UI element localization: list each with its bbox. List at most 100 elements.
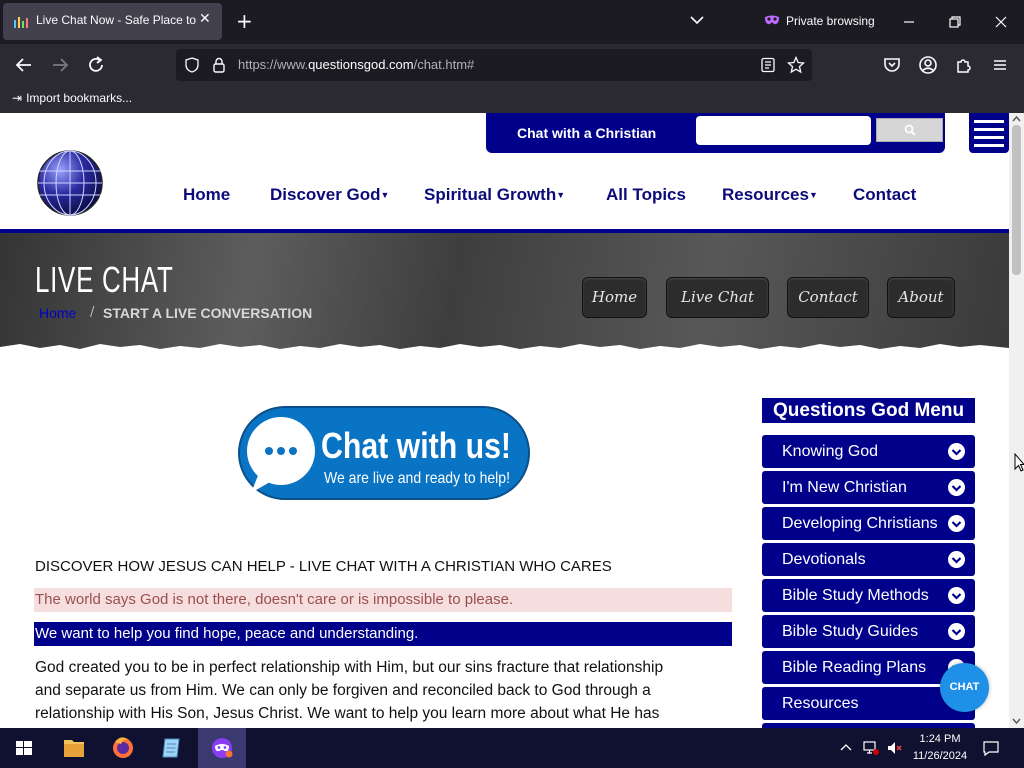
reload-icon[interactable] xyxy=(84,53,108,77)
url-bar[interactable]: https://www.questionsgod.com/chat.htm# xyxy=(176,49,812,81)
chat-image-subtitle: We are live and ready to help! xyxy=(324,470,510,487)
site-search-input[interactable] xyxy=(696,116,871,145)
notifications-icon[interactable] xyxy=(982,739,1000,757)
banner-button-live-chat[interactable]: Live Chat xyxy=(666,277,769,318)
lock-icon[interactable] xyxy=(212,57,226,73)
nav-contact[interactable]: Contact xyxy=(853,185,916,205)
search-icon xyxy=(904,124,916,136)
show-hidden-icons-icon[interactable] xyxy=(838,740,854,756)
menu-item-bible-study-methods[interactable]: Bible Study Methods xyxy=(762,579,975,612)
menu-item-developing-christians[interactable]: Developing Christians xyxy=(762,507,975,540)
import-icon: ⇥ xyxy=(12,91,23,105)
chat-with-us-banner-image[interactable]: Chat with us! We are live and ready to h… xyxy=(231,401,537,513)
menu-title: Questions God Menu xyxy=(762,398,975,423)
menu-item-knowing-god[interactable]: Knowing God xyxy=(762,435,975,468)
list-all-tabs-icon[interactable] xyxy=(688,11,706,29)
banner-button-contact[interactable]: Contact xyxy=(787,277,869,318)
account-icon[interactable] xyxy=(916,53,940,77)
chevron-down-icon xyxy=(948,587,965,604)
browser-nav-bar: https://www.questionsgod.com/chat.htm# xyxy=(0,44,1024,85)
import-bookmarks-label: Import bookmarks... xyxy=(26,91,133,105)
site-favicon-icon xyxy=(14,17,28,28)
caret-down-icon: ▼ xyxy=(556,190,566,200)
windows-taskbar: 1:24 PM 11/26/2024 xyxy=(0,728,1024,768)
hamburger-menu-button[interactable] xyxy=(969,113,1009,153)
reader-view-icon[interactable] xyxy=(760,57,776,73)
vertical-scrollbar[interactable] xyxy=(1009,113,1024,728)
clock-time: 1:24 PM xyxy=(919,733,961,745)
page-banner: LIVE CHAT Home / START A LIVE CONVERSATI… xyxy=(0,233,1009,351)
extensions-icon[interactable] xyxy=(952,53,976,77)
chevron-down-icon xyxy=(948,443,965,460)
body-line: relationship with His Son, Jesus Christ.… xyxy=(35,705,660,722)
intro-heading: DISCOVER HOW JESUS CAN HELP - LIVE CHAT … xyxy=(35,558,612,575)
forward-icon[interactable] xyxy=(48,53,72,77)
file-explorer-icon[interactable] xyxy=(50,728,98,768)
web-page: Chat with a Christian Home Discover God▼… xyxy=(0,113,1009,728)
breadcrumb-current: START A LIVE CONVERSATION xyxy=(103,305,313,321)
pocket-icon[interactable] xyxy=(880,53,904,77)
nav-spiritual-growth[interactable]: Spiritual Growth▼ xyxy=(424,185,565,205)
nav-spiritual-growth-label: Spiritual Growth xyxy=(424,185,557,204)
firefox-taskbar-icon[interactable] xyxy=(99,728,147,768)
new-tab-icon[interactable]: + xyxy=(236,9,253,33)
chevron-down-icon xyxy=(948,479,965,496)
tab-close-icon[interactable]: ✕ xyxy=(199,11,211,27)
browser-tab-bar: Live Chat Now - Safe Place to t ✕ + Priv… xyxy=(0,0,1024,44)
url-text: https://www.questionsgod.com/chat.htm# xyxy=(238,57,475,72)
bookmark-star-icon[interactable] xyxy=(787,56,805,74)
private-firefox-taskbar-icon[interactable] xyxy=(198,728,246,768)
bookmarks-bar: ⇥ Import bookmarks... xyxy=(0,85,1024,113)
windows-start-icon[interactable] xyxy=(0,728,48,768)
breadcrumb-separator: / xyxy=(90,305,95,320)
menu-item-label: Devotionals xyxy=(782,551,866,568)
chat-image-title: Chat with us! xyxy=(321,425,511,466)
nav-resources-label: Resources xyxy=(722,185,809,204)
scroll-down-icon[interactable] xyxy=(1012,717,1021,725)
browser-tab-active[interactable]: Live Chat Now - Safe Place to t ✕ xyxy=(3,3,222,40)
menu-item-label: Bible Study Guides xyxy=(782,623,919,640)
banner-button-about[interactable]: About xyxy=(887,277,955,318)
chevron-down-icon xyxy=(948,515,965,532)
app-menu-icon[interactable] xyxy=(988,53,1012,77)
caret-down-icon: ▼ xyxy=(808,190,818,200)
notepad-taskbar-icon[interactable] xyxy=(148,728,196,768)
menu-item-label: Bible Reading Plans xyxy=(782,659,927,676)
tracking-shield-icon[interactable] xyxy=(184,57,200,73)
caret-down-icon: ▼ xyxy=(380,190,390,200)
chevron-down-icon xyxy=(948,623,965,640)
site-search-button[interactable] xyxy=(876,118,943,142)
chat-widget-button[interactable]: CHAT xyxy=(940,663,989,712)
private-mask-icon xyxy=(765,15,779,25)
nav-home[interactable]: Home xyxy=(183,185,230,205)
menu-item-label: Knowing God xyxy=(782,443,879,460)
restore-icon[interactable] xyxy=(943,10,967,34)
menu-item-new-christian[interactable]: I'm New Christian xyxy=(762,471,975,504)
tab-title: Live Chat Now - Safe Place to t xyxy=(36,13,196,27)
clock-date: 11/26/2024 xyxy=(912,750,968,762)
breadcrumb-home-link[interactable]: Home xyxy=(39,305,76,321)
torn-paper-edge xyxy=(0,344,1009,355)
back-icon[interactable] xyxy=(12,53,36,77)
body-paragraph: God created you to be in perfect relatio… xyxy=(35,656,733,725)
banner-button-home[interactable]: Home xyxy=(582,277,647,318)
menu-item-devotionals[interactable]: Devotionals xyxy=(762,543,975,576)
scroll-up-icon[interactable] xyxy=(1012,115,1021,123)
scrollbar-thumb[interactable] xyxy=(1012,125,1021,275)
network-icon[interactable] xyxy=(862,739,880,757)
close-window-icon[interactable] xyxy=(989,10,1013,34)
minimize-icon[interactable] xyxy=(897,10,921,34)
body-line: and separate us from Him. We can only be… xyxy=(35,682,651,699)
volume-muted-icon[interactable] xyxy=(886,739,904,757)
page-title: LIVE CHAT xyxy=(35,259,174,300)
import-bookmarks-item[interactable]: ⇥ Import bookmarks... xyxy=(12,91,132,105)
nav-all-topics[interactable]: All Topics xyxy=(606,185,686,205)
chevron-down-icon xyxy=(948,551,965,568)
globe-logo[interactable] xyxy=(36,149,104,217)
nav-discover-god[interactable]: Discover God▼ xyxy=(270,185,389,205)
highlight-paragraph-pink: The world says God is not there, doesn't… xyxy=(34,588,732,612)
chat-bar-title: Chat with a Christian xyxy=(517,125,657,141)
system-clock[interactable]: 1:24 PM 11/26/2024 xyxy=(908,731,972,765)
menu-item-bible-study-guides[interactable]: Bible Study Guides xyxy=(762,615,975,648)
nav-resources[interactable]: Resources▼ xyxy=(722,185,818,205)
